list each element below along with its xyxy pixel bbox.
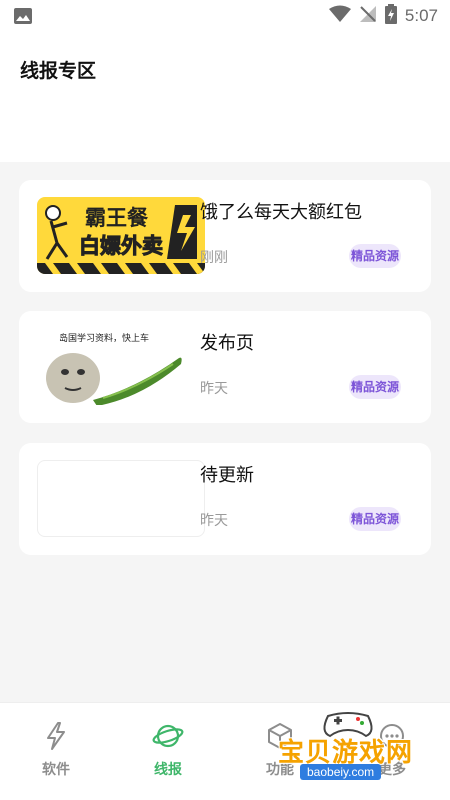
signal-off-icon: [359, 5, 377, 28]
nav-label: 线报: [154, 761, 182, 777]
list-item[interactable]: 待更新 昨天 精品资源: [19, 443, 431, 555]
thumbnail-image: 岛国学习资料，快上车: [37, 328, 205, 405]
lightning-icon: [47, 722, 65, 750]
status-time: 5:07: [404, 6, 438, 25]
thumbnail-image: 霸王餐 白嫖外卖: [37, 197, 205, 274]
battery-charging-icon: [384, 3, 397, 29]
card-title: 饿了么每天大额红包: [200, 202, 362, 222]
wifi-icon: [328, 5, 351, 28]
thumb-caption: 岛国学习资料，快上车: [59, 332, 149, 344]
resource-tag: 精品资源: [349, 375, 401, 399]
thumbnail-placeholder: [37, 460, 205, 537]
list-item[interactable]: 岛国学习资料，快上车 发布页 昨天 精品资源: [19, 311, 431, 423]
nav-item-news[interactable]: 线报: [128, 721, 208, 779]
image-notification-icon: [14, 8, 32, 29]
watermark: 宝贝游戏网 baobeiy.com: [278, 704, 428, 788]
nav-label: 软件: [42, 761, 70, 777]
card-time: 刚刚: [200, 249, 228, 265]
nav-item-software[interactable]: 软件: [16, 721, 96, 779]
thumb-text-2: 白嫖外卖: [79, 234, 163, 258]
card-time: 昨天: [200, 512, 228, 528]
card-time: 昨天: [200, 380, 228, 396]
thumb-text-1: 霸王餐: [85, 206, 149, 230]
status-bar: 5:07: [0, 0, 450, 32]
resource-tag: 精品资源: [349, 507, 401, 531]
watermark-url: baobeiy.com: [300, 764, 382, 780]
planet-icon: [152, 724, 184, 748]
card-title: 发布页: [200, 333, 254, 353]
list-item[interactable]: 霸王餐 白嫖外卖 饿了么每天大额红包 刚刚 精品资源: [19, 180, 431, 292]
page-title: 线报专区: [20, 61, 97, 82]
resource-tag: 精品资源: [349, 244, 401, 268]
card-title: 待更新: [200, 465, 254, 485]
